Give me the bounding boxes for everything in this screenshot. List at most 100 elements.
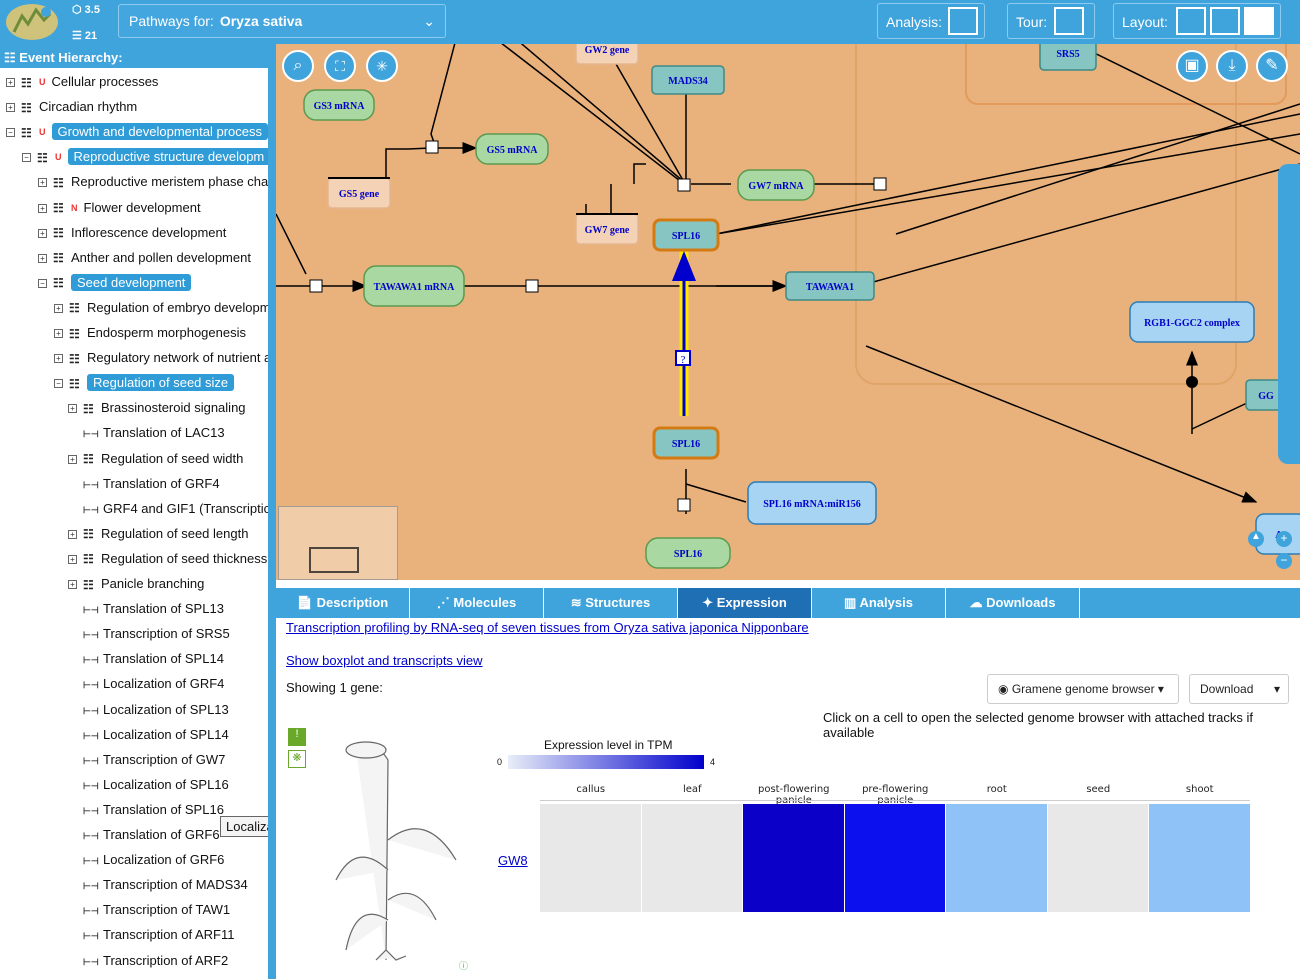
zoom-in-icon[interactable]: +: [1276, 531, 1292, 547]
tree-item[interactable]: + ☷ Regulatory network of nutrient a: [54, 347, 268, 369]
tree-item[interactable]: + ☷ Endosperm morphogenesis: [54, 322, 246, 344]
tree-item[interactable]: ⊢⊣ Transcription of ARF11: [68, 924, 235, 946]
tree-item[interactable]: ⊢⊣ Localization of SPL14: [68, 724, 229, 746]
download-button[interactable]: Download ▾: [1189, 674, 1289, 704]
tree-item[interactable]: ⊢⊣ Transcription of ARF2: [68, 950, 228, 972]
rice-plant-illustration[interactable]: [316, 720, 466, 970]
tree-item[interactable]: ⊢⊣ Localization of SPL16: [68, 774, 229, 796]
tree-item[interactable]: ⊢⊣ Translation of GRF6: [68, 824, 220, 846]
experiment-link[interactable]: Transcription profiling by RNA-seq of se…: [286, 620, 809, 635]
tree-item[interactable]: + ☷ Regulation of seed length: [68, 523, 248, 545]
panel-divider[interactable]: [268, 44, 276, 979]
expand-toggle-icon[interactable]: +: [68, 529, 77, 539]
minimap[interactable]: [278, 506, 398, 580]
heatmap-cell[interactable]: [641, 804, 743, 912]
unknown-step[interactable]: ?: [681, 354, 686, 366]
gene-link[interactable]: GW8: [498, 853, 528, 868]
tab-molecules[interactable]: ⋰ Molecules: [410, 588, 544, 618]
species-select[interactable]: Pathways for: Oryza sativa ⌄: [118, 4, 446, 38]
expand-toggle-icon[interactable]: +: [38, 253, 47, 263]
expand-toggle-icon[interactable]: +: [38, 178, 47, 188]
layout-left-icon[interactable]: [1176, 7, 1206, 35]
settings-icon[interactable]: ✎: [1256, 50, 1288, 82]
tree-item[interactable]: ⊢⊣ Localization of GRF6: [68, 849, 224, 871]
tree-item[interactable]: − ☷ Seed development: [38, 272, 192, 294]
tree-item[interactable]: ⊢⊣ Transcription of SRS5: [68, 623, 230, 645]
cell-icon[interactable]: ❋: [288, 750, 306, 768]
tree-item[interactable]: + ☷ Regulation of seed thickness: [68, 548, 267, 570]
pathway-diagram[interactable]: ? GS3 mRNA GS5 mRNA GS5 gene GW2 gene MADS34…: [276, 44, 1300, 580]
status-badge: U: [39, 127, 46, 138]
expand-toggle-icon[interactable]: −: [54, 379, 63, 389]
heatmap-cell[interactable]: [946, 804, 1048, 912]
download-icon[interactable]: ⤓: [1216, 50, 1248, 82]
tree-item[interactable]: + ☷ Regulation of embryo developm: [54, 297, 268, 319]
layout-right-icon[interactable]: [1244, 7, 1274, 35]
tab-analysis[interactable]: ▥ Analysis: [812, 588, 946, 618]
right-collapse-panel[interactable]: [1278, 164, 1300, 464]
expand-toggle-icon[interactable]: +: [54, 303, 63, 313]
tree-item[interactable]: ⊢⊣ Transcription of GW7: [68, 749, 225, 771]
tree-item[interactable]: + ☷ Regulation of seed width: [68, 448, 243, 470]
diagram-canvas[interactable]: ? GS3 mRNA GS5 mRNA GS5 gene GW2 gene MADS34…: [276, 44, 1300, 580]
expand-toggle-icon[interactable]: +: [38, 203, 47, 213]
tree-item[interactable]: + ☷ Circadian rhythm: [6, 96, 137, 118]
tree-item[interactable]: ⊢⊣ Transcription of MADS34: [68, 874, 248, 896]
tree-item[interactable]: − ☷ U Growth and developmental process: [6, 121, 268, 143]
tree-item[interactable]: ⊢⊣ GRF4 and GIF1 (Transcriptic: [68, 498, 268, 520]
info-icon[interactable]: ⓘ: [459, 959, 468, 972]
boxplot-link[interactable]: Show boxplot and transcripts view: [286, 653, 483, 668]
heatmap-cell[interactable]: [1149, 804, 1251, 912]
tree-item[interactable]: ⊢⊣ Localization of GRF4: [68, 673, 224, 695]
expand-toggle-icon[interactable]: +: [68, 454, 77, 464]
expand-toggle-icon[interactable]: +: [54, 354, 63, 364]
genome-browser-select[interactable]: ◉ Gramene genome browser ▾: [987, 674, 1179, 704]
zoom-out-icon[interactable]: −: [1276, 553, 1292, 569]
tree-item[interactable]: + ☷ Brassinosteroid signaling: [68, 397, 246, 419]
tree-item[interactable]: ⊢⊣ Translation of SPL13: [68, 598, 224, 620]
expand-toggle-icon[interactable]: +: [6, 78, 15, 88]
expand-toggle-icon[interactable]: −: [38, 278, 47, 288]
heatmap-cell[interactable]: [1047, 804, 1149, 912]
fit-diagram-icon[interactable]: ⛶: [324, 50, 356, 82]
tree-item[interactable]: − ☷ Regulation of seed size: [54, 372, 235, 394]
tour-button[interactable]: Tour:: [1007, 3, 1095, 39]
expand-toggle-icon[interactable]: +: [6, 103, 15, 113]
expand-toggle-icon[interactable]: −: [22, 153, 31, 163]
tree-item[interactable]: ⊢⊣ Translation of LAC13: [68, 422, 225, 444]
tree-item[interactable]: ⊢⊣ Localization of SPL13: [68, 699, 229, 721]
tree-item[interactable]: ⊢⊣ Translation of SPL16: [68, 799, 224, 821]
heatmap-cell[interactable]: [844, 804, 946, 912]
app-logo[interactable]: [4, 2, 60, 42]
tab-downloads[interactable]: ☁ Downloads: [946, 588, 1080, 618]
heatmap-cell[interactable]: [540, 804, 642, 912]
expand-toggle-icon[interactable]: +: [38, 228, 47, 238]
tree-item[interactable]: + ☷ N Flower development: [38, 197, 201, 219]
expand-toggle-icon[interactable]: +: [54, 329, 63, 339]
zoom-controls[interactable]: ▲ + −: [1236, 529, 1292, 573]
tree-item[interactable]: + ☷ Anther and pollen development: [38, 247, 251, 269]
tab-description[interactable]: 📄 Description: [276, 588, 410, 618]
tree-item[interactable]: − ☷ U Reproductive structure developm: [22, 146, 268, 168]
expand-toggle-icon[interactable]: +: [68, 580, 77, 590]
tree-item[interactable]: ⊢⊣ Transcription of TAW1: [68, 899, 230, 921]
tab-structures[interactable]: ≋ Structures: [544, 588, 678, 618]
tissue-icon[interactable]: !: [288, 728, 306, 746]
tree-item[interactable]: + ☷ Reproductive meristem phase char: [38, 171, 268, 193]
tree-item[interactable]: ⊢⊣ Translation of SPL14: [68, 648, 224, 670]
layout-center-icon[interactable]: [1210, 7, 1240, 35]
expand-toggle-icon[interactable]: +: [68, 554, 77, 564]
illustration-icon[interactable]: ✳: [366, 50, 398, 82]
analysis-button[interactable]: Analysis:: [877, 3, 985, 39]
search-icon[interactable]: ⌕: [282, 50, 314, 82]
tab-expression[interactable]: ✦ Expression: [678, 588, 812, 618]
tree-item[interactable]: + ☷ U Cellular processes: [6, 71, 158, 93]
heatmap-cell[interactable]: [743, 804, 845, 912]
pan-up-icon[interactable]: ▲: [1248, 531, 1264, 547]
expand-toggle-icon[interactable]: +: [68, 404, 77, 414]
image-icon[interactable]: ▣: [1176, 50, 1208, 82]
tree-item[interactable]: ⊢⊣ Translation of GRF4: [68, 473, 220, 495]
tree-item[interactable]: + ☷ Panicle branching: [68, 573, 204, 595]
tree-item[interactable]: + ☷ Inflorescence development: [38, 222, 226, 244]
expand-toggle-icon[interactable]: −: [6, 128, 15, 138]
